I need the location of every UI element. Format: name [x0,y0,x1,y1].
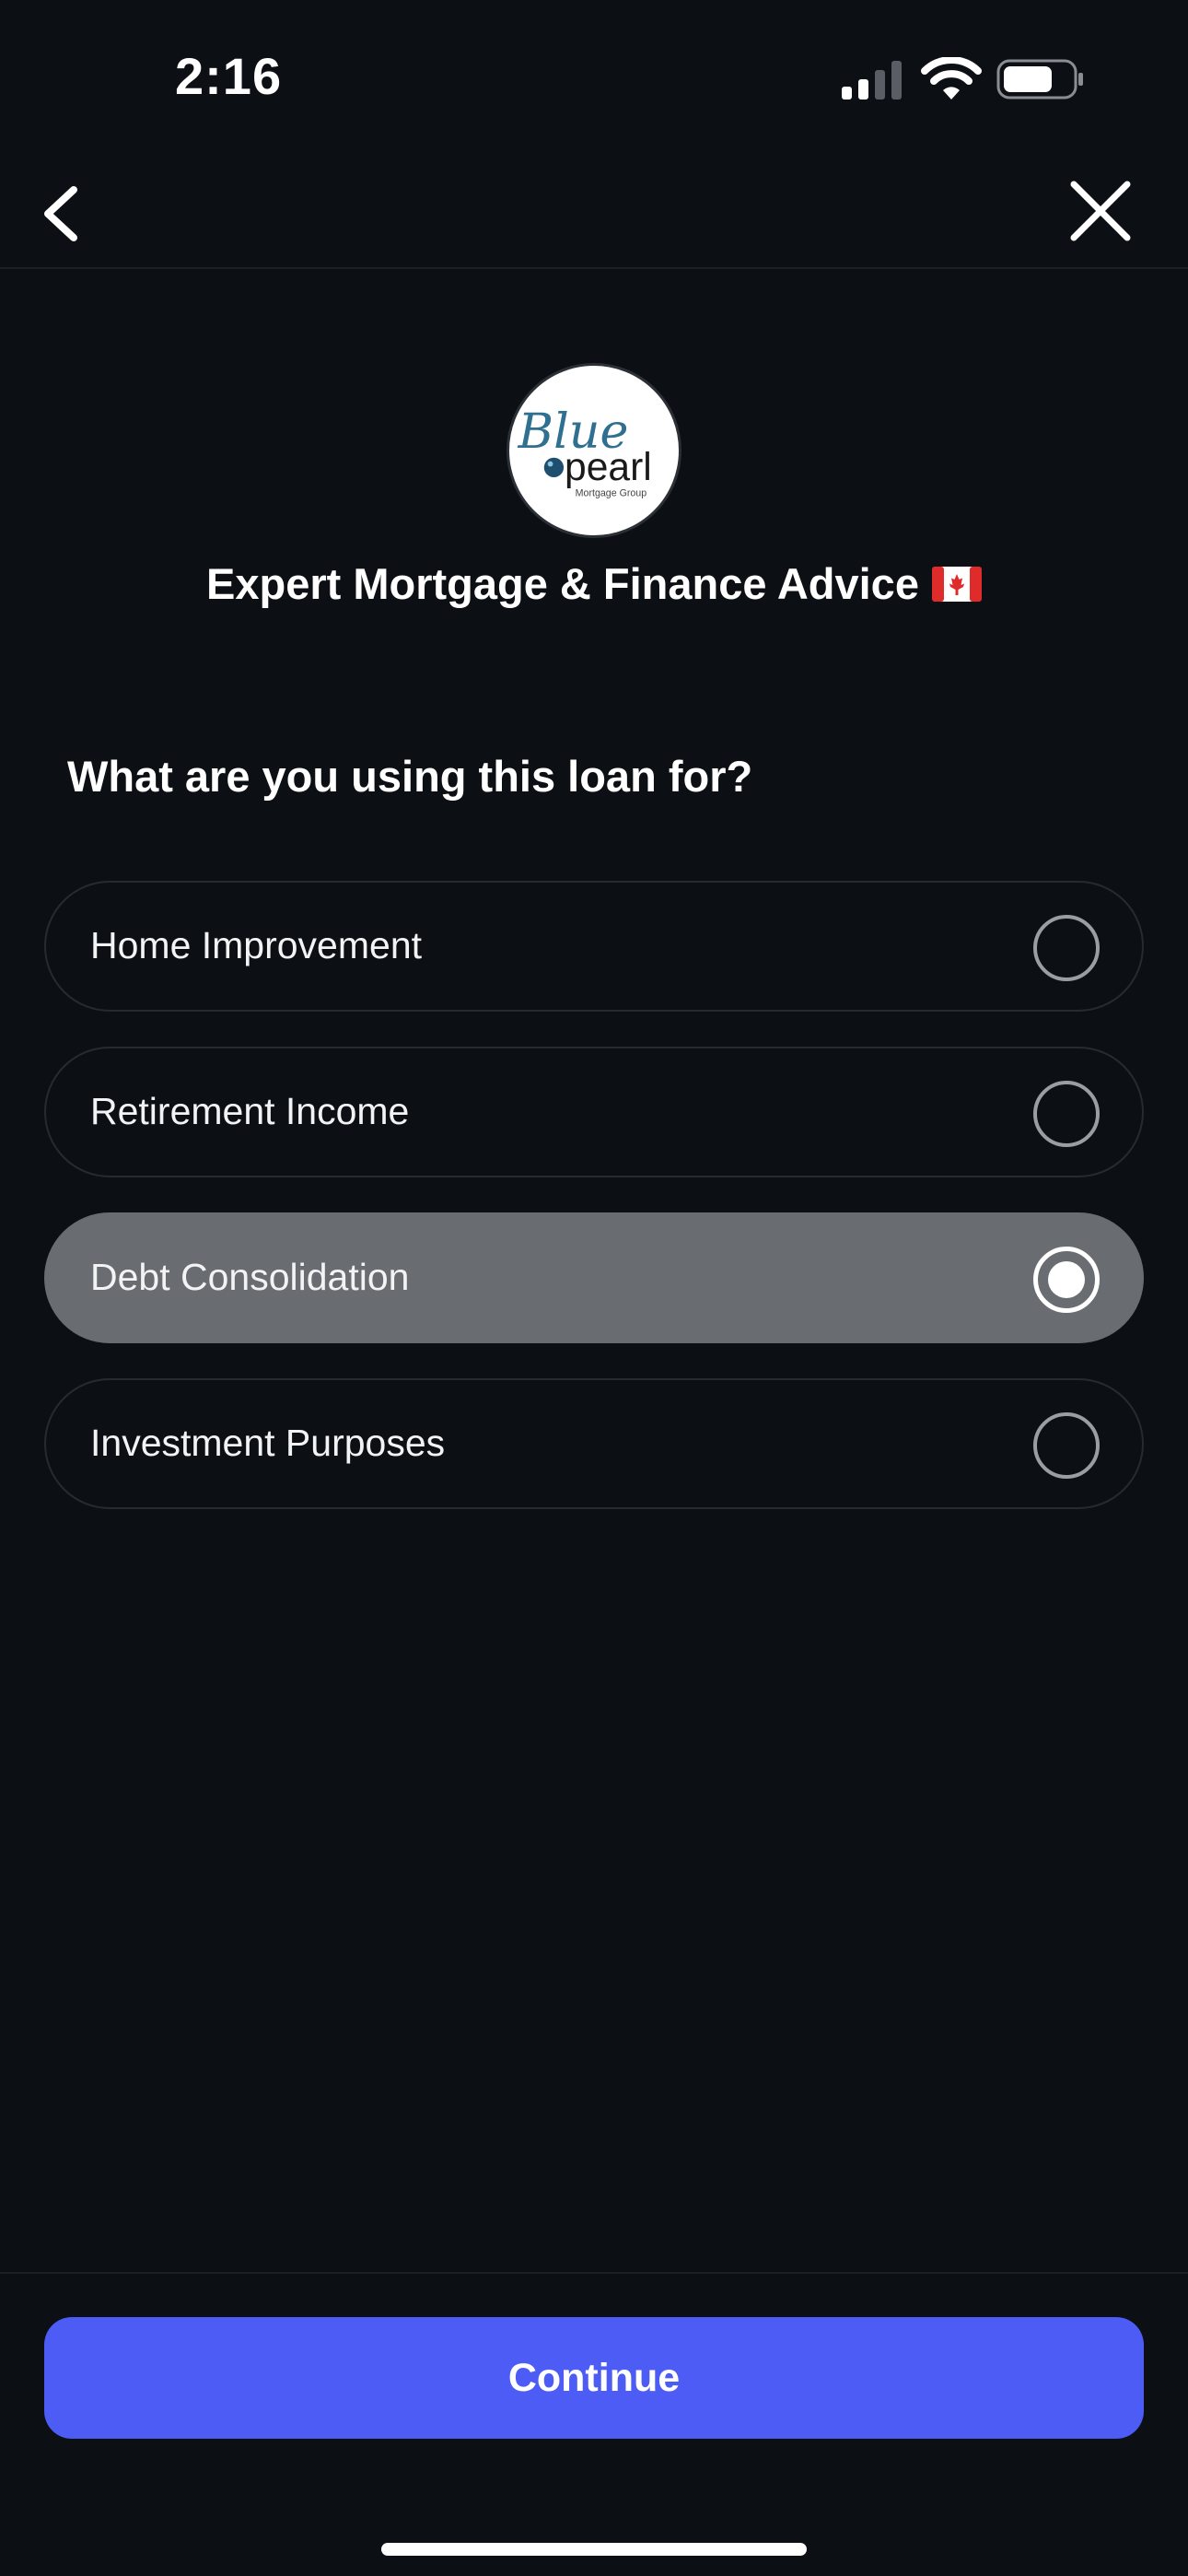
cellular-signal-icon [842,61,902,100]
status-bar: 2:16 [0,0,1188,157]
close-icon[interactable] [1059,177,1142,251]
header-title-row: Expert Mortgage & Finance Advice [0,558,1188,609]
option-retirement-income[interactable]: Retirement Income [44,1047,1144,1177]
wifi-icon [921,57,982,100]
option-label: Home Improvement [90,924,423,966]
pearl-highlight-icon [547,461,553,467]
radio-unselected-icon[interactable] [1033,915,1100,981]
option-debt-consolidation[interactable]: Debt Consolidation [44,1212,1144,1343]
footer-divider [0,2272,1188,2274]
logo-word: pearl [565,445,652,489]
option-label: Debt Consolidation [90,1256,410,1298]
pearl-icon [543,457,565,478]
home-indicator [381,2543,807,2556]
radio-unselected-icon[interactable] [1033,1081,1100,1147]
status-time: 2:16 [175,47,283,105]
logo-tagline: Mortgage Group [576,487,647,498]
radio-dot [1048,1261,1085,1298]
option-investment-purposes[interactable]: Investment Purposes [44,1378,1144,1509]
blue-pearl-logo: Blue pearl Mortgage Group [507,363,681,538]
page-title: Expert Mortgage & Finance Advice [206,559,919,608]
option-label: Retirement Income [90,1090,410,1132]
back-chevron-left-icon[interactable] [28,177,101,251]
radio-unselected-icon[interactable] [1033,1412,1100,1479]
navigation-bar [0,157,1188,269]
continue-button[interactable]: Continue [44,2317,1144,2439]
loan-purpose-options: Home Improvement Retirement Income Debt … [44,881,1144,1544]
canada-flag-icon [931,566,982,602]
loan-purpose-screen: 2:16 Blue pearl Mortgage Group Expert Mo… [0,0,1188,2576]
battery-icon [996,59,1083,100]
option-label: Investment Purposes [90,1422,446,1464]
radio-selected-icon[interactable] [1033,1247,1100,1313]
question-heading: What are you using this loan for? [67,752,753,801]
option-home-improvement[interactable]: Home Improvement [44,881,1144,1012]
